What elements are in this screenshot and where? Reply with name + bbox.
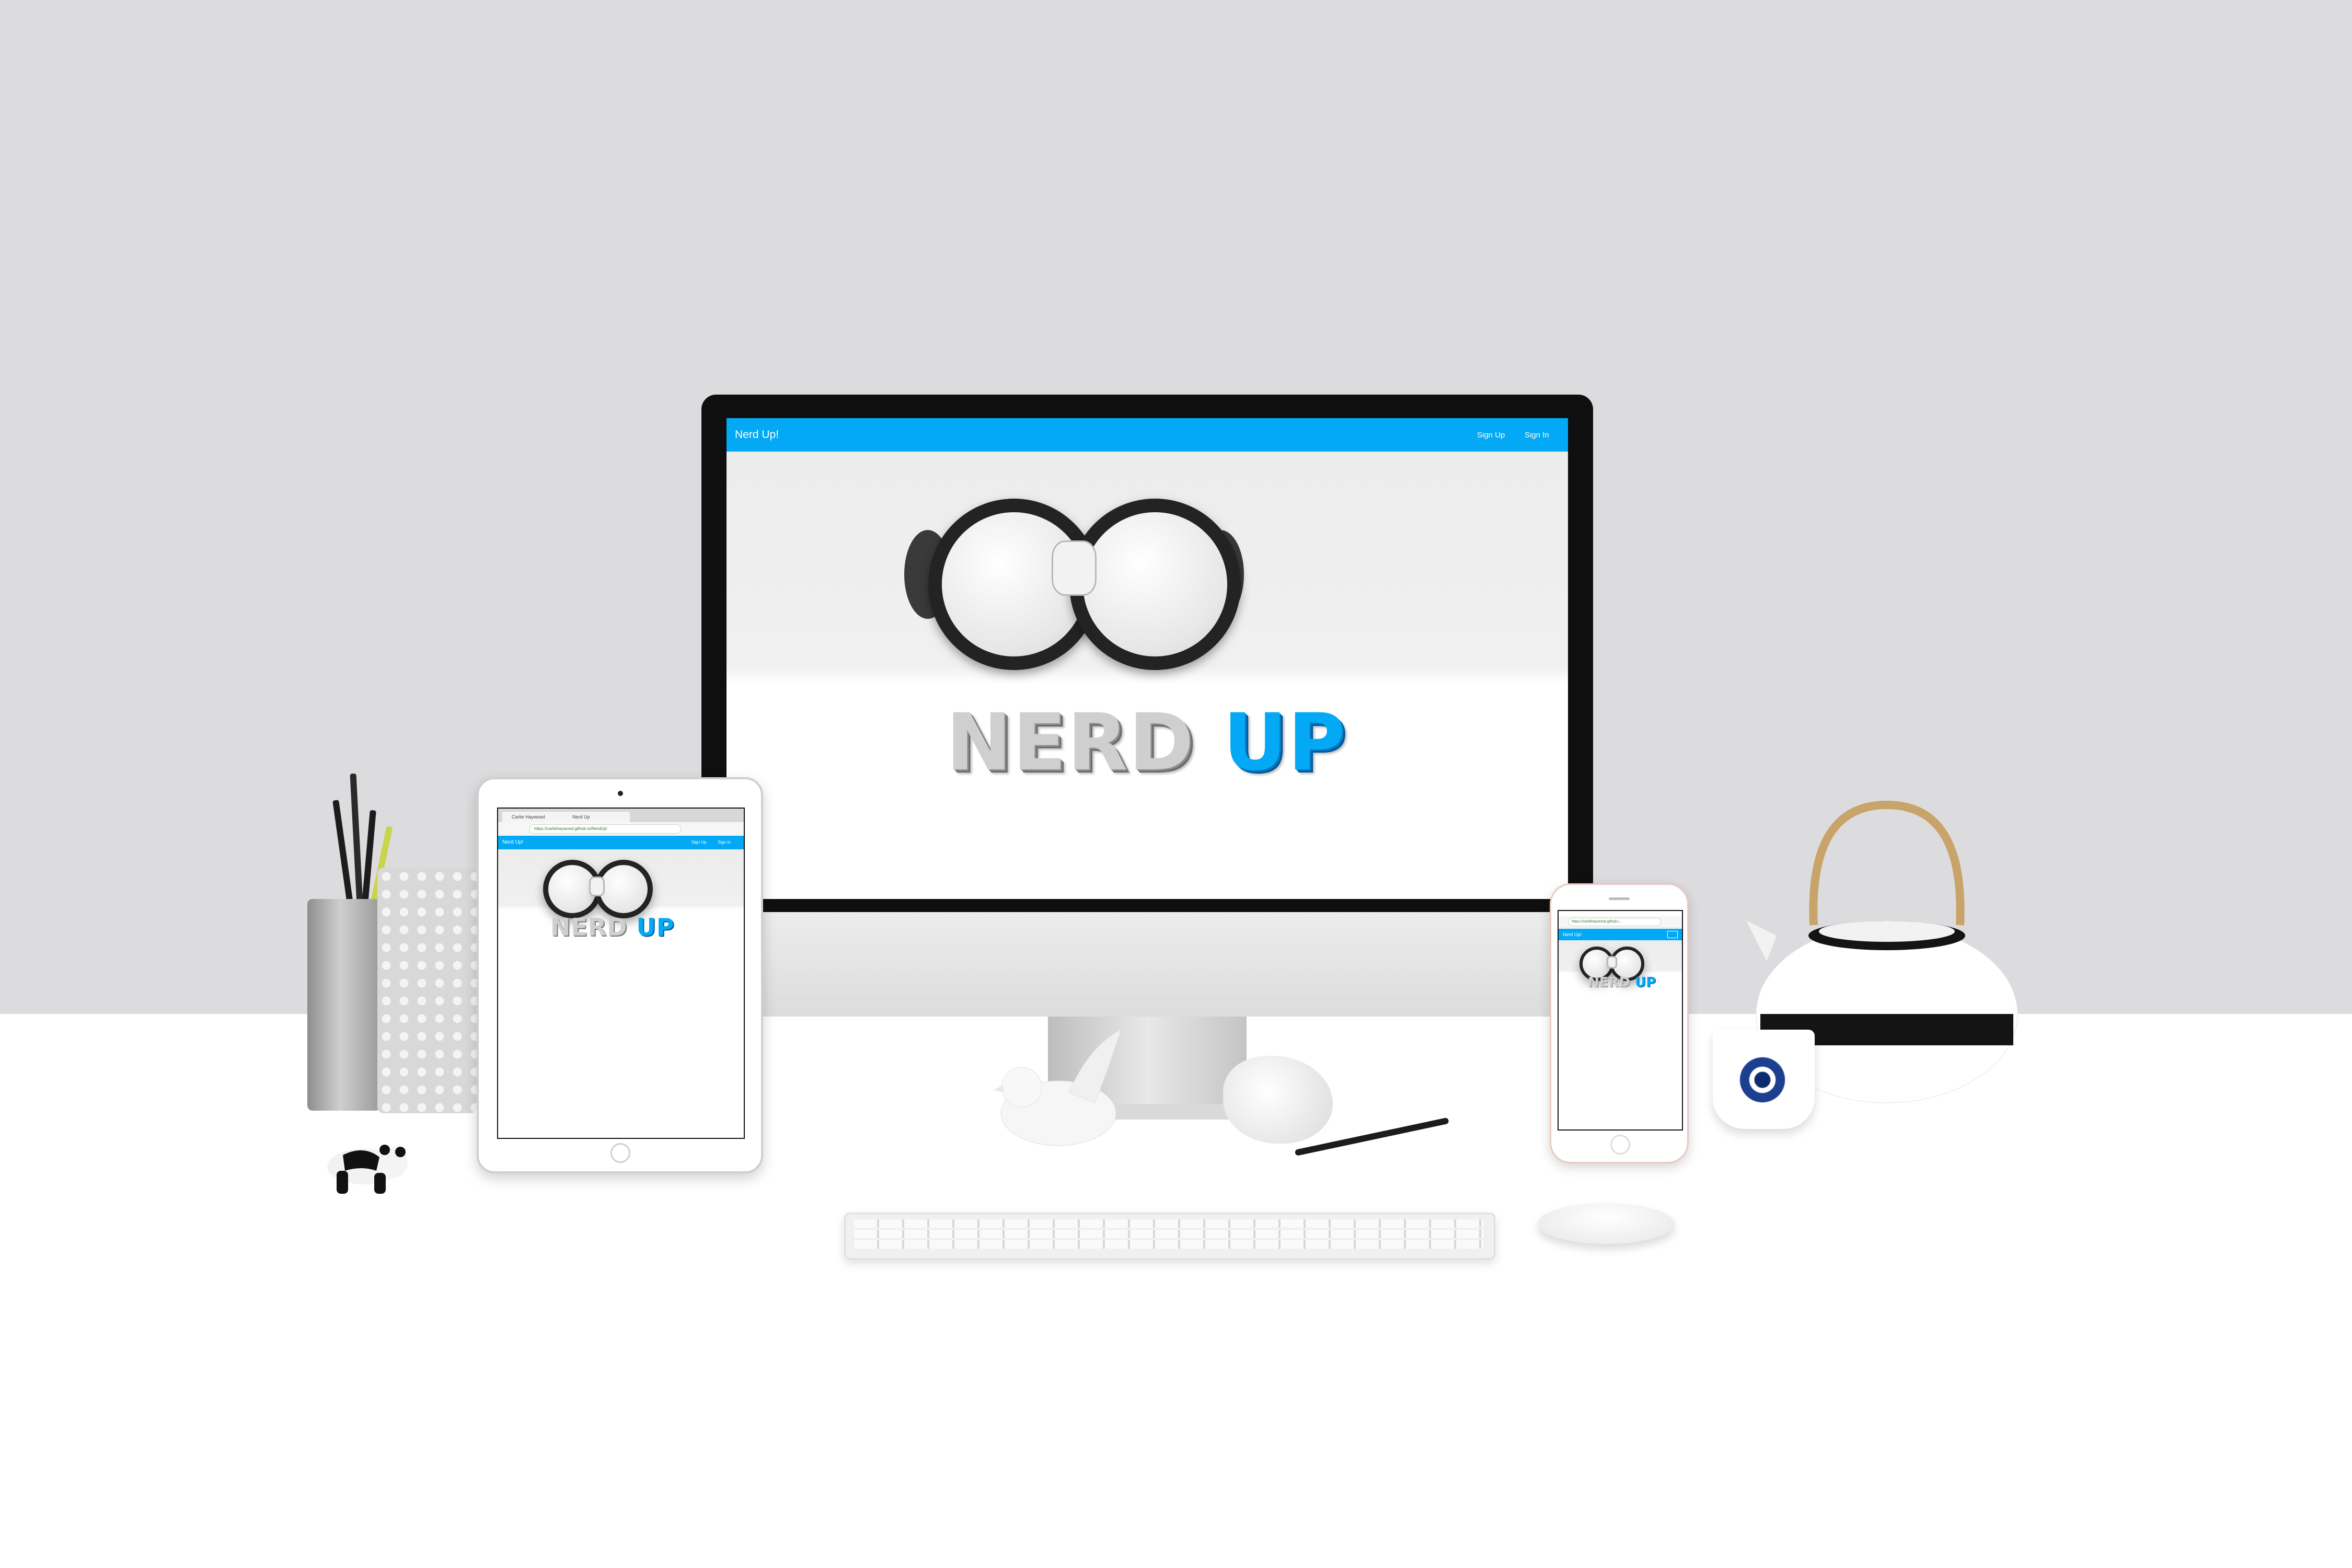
- tablet-tab-1[interactable]: Carlie Haywood: [502, 812, 569, 822]
- keyboard: [844, 1213, 1495, 1260]
- phone-speaker: [1609, 897, 1630, 900]
- nerd-glasses-logo: [883, 499, 1406, 687]
- phone-url-field[interactable]: https://carliehaywood.github.i...: [1568, 918, 1661, 926]
- navbar: Nerd Up! Sign Up Sign In: [727, 418, 1568, 452]
- panda-figurine: [327, 1145, 408, 1194]
- phone-logo-text: NERD UP: [1588, 975, 1656, 990]
- nav-link-sign-up[interactable]: Sign Up: [1477, 431, 1505, 440]
- tablet-nav-sign-in[interactable]: Sign In: [718, 840, 731, 845]
- tablet-nav-brand[interactable]: Nerd Up!: [502, 839, 523, 845]
- phone-nav-brand[interactable]: Nerd Up!: [1563, 932, 1582, 937]
- phone-screen: https://carliehaywood.github.i... Nerd U…: [1558, 910, 1683, 1131]
- logo-word-nerd: NERD: [946, 697, 1195, 788]
- flower-pattern: [1734, 1048, 1791, 1111]
- tablet-tab-strip: Carlie Haywood Nerd Up: [498, 809, 744, 822]
- tablet-url-bar: https://carliehaywood.github.io/NerdUp/: [498, 822, 744, 836]
- phone-url-bar: https://carliehaywood.github.i...: [1559, 916, 1682, 928]
- phone-home-button-icon: [1610, 1135, 1630, 1155]
- tablet-tab-2[interactable]: Nerd Up: [563, 812, 630, 822]
- tablet-url-field[interactable]: https://carliehaywood.github.io/NerdUp/: [529, 824, 681, 834]
- nav-link-sign-in[interactable]: Sign In: [1525, 431, 1549, 440]
- tape-bridge: [1052, 540, 1097, 596]
- phone-device: https://carliehaywood.github.i... Nerd U…: [1550, 883, 1689, 1163]
- logo-word-up: UP: [1223, 697, 1347, 788]
- tablet-home-button-icon: [610, 1143, 630, 1163]
- phone-hero: NERD UP: [1559, 940, 1682, 1003]
- apple-logo-icon: [1133, 943, 1167, 984]
- desktop-screen: Nerd Up! Sign Up Sign In NERD UP: [727, 418, 1568, 899]
- nav-brand[interactable]: Nerd Up!: [735, 429, 779, 441]
- hamburger-menu-icon[interactable]: [1667, 931, 1678, 938]
- white-lantern: [377, 868, 477, 1113]
- tablet-navbar: Nerd Up! Sign Up Sign In: [498, 836, 744, 849]
- tablet-nav-sign-up[interactable]: Sign Up: [691, 840, 706, 845]
- tablet-device: Carlie Haywood Nerd Up https://carliehay…: [477, 777, 763, 1173]
- mouse: [1538, 1203, 1675, 1244]
- tablet-camera: [618, 791, 623, 796]
- patterned-teacup: [1713, 1030, 1815, 1129]
- tablet-hero: NERD UP: [498, 849, 744, 965]
- concrete-pencil-cup: [307, 899, 381, 1111]
- desk-scene: Nerd Up! Sign Up Sign In NERD UP Carlie …: [0, 0, 2352, 1568]
- bird-figurine: [994, 1029, 1122, 1146]
- phone-navbar: Nerd Up!: [1559, 929, 1682, 940]
- hero-banner: NERD UP: [727, 452, 1568, 899]
- tablet-screen: Carlie Haywood Nerd Up https://carliehay…: [497, 808, 745, 1139]
- tablet-logo-text: NERD UP: [550, 913, 675, 941]
- hero-logo-text: NERD UP: [946, 697, 1346, 788]
